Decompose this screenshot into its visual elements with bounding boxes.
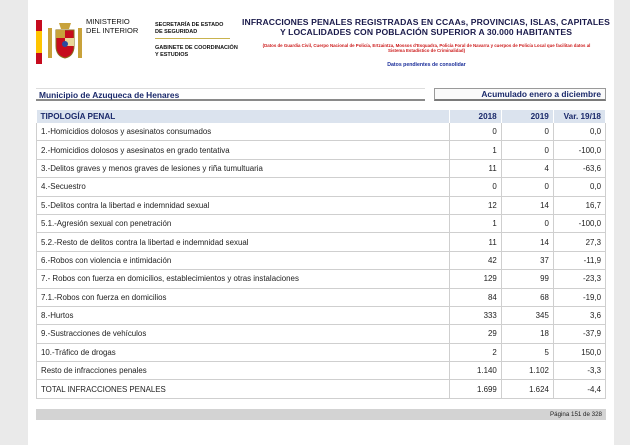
table-row: 3.-Delitos graves y menos graves de lesi… [36,159,607,179]
crime-type-cell: 4.-Secuestro [36,177,450,197]
value-2019-cell: 99 [501,269,554,289]
table-row: 9.-Sustracciones de vehículos 29 18 -37,9 [36,324,607,344]
crime-type-cell: 7.1.-Robos con fuerza en domicilios [36,288,450,307]
value-2019-cell: 18 [501,324,554,344]
value-2019-cell: 1.624 [501,379,554,399]
variation-cell: -37,9 [553,324,607,344]
gabinete-label: GABINETE DE COORDINACIÓN Y ESTUDIOS [155,45,238,58]
value-2019-cell: 5 [501,343,554,363]
value-2018-cell: 333 [449,306,502,326]
column-header: 2018 [449,110,502,123]
value-2018-cell: 1 [449,140,502,160]
table-row: 7.1.-Robos con fuerza en domicilios 84 68-… [36,288,607,307]
value-2018-cell: 42 [449,251,502,271]
ministry-name: MINISTERIO DEL INTERIOR [86,17,139,35]
value-2019-cell: 14 [501,232,554,252]
value-2019-cell: 0 [501,214,554,234]
crime-table: TIPOLOGÍA PENAL 2018 2019 Var. 19/18 1.-… [36,110,607,399]
page-footer: Página 151 de 328 [36,409,606,420]
value-2019-cell: 0 [501,123,554,142]
value-2019-cell: 1.102 [501,361,554,381]
table-row: 2.-Homicidios dolosos y asesinatos en gr… [36,140,607,160]
value-2018-cell: 2 [449,343,502,363]
table-row: 5.-Delitos contra la libertad e indemnid… [36,196,607,215]
table-row: 7.- Robos con fuerza en domicilios, esta… [36,269,607,289]
crime-type-cell: 3.-Delitos graves y menos graves de lesi… [36,159,450,179]
coat-of-arms-icon [48,23,82,59]
variation-cell: -23,3 [553,269,607,289]
crime-type-cell: 8.-Hurtos [36,306,450,326]
value-2018-cell: 1 [449,214,502,234]
crime-type-cell: 9.-Sustracciones de vehículos [36,324,450,344]
report-title: INFRACCIONES PENALES REGISTRADAS EN CCAA… [242,17,610,37]
value-2019-cell: 345 [501,306,554,326]
value-2019-cell: 0 [501,177,554,197]
variation-cell: -100,0 [553,140,607,160]
secretaria-label: SECRETARÍA DE ESTADO DE SEGURIDAD [155,22,224,35]
crime-type-cell: 10.-Tráfico de drogas [36,343,450,363]
value-2018-cell: 11 [449,159,502,179]
variation-cell: -11,9 [553,251,607,271]
page-number: Página 151 de 328 [550,411,602,418]
report-subtitle: (Datos de Guardia Civil, Cuerpo Nacional… [262,43,591,54]
crime-type-cell: 5.1.-Agresión sexual con penetración [36,214,450,234]
variation-cell: 27,3 [553,232,607,252]
variation-cell: 0,0 [553,177,607,197]
crime-type-cell: 5.-Delitos contra la libertad e indemnid… [36,196,450,215]
table-row: 5.2.-Resto de delitos contra la libertad… [36,232,607,252]
divider [155,38,230,39]
period-label: Acumulado enero a diciembre [434,88,606,101]
variation-cell: -63,6 [553,159,607,179]
variation-cell: 3,6 [553,306,607,326]
table-row: 10.-Tráfico de drogas 2 5 150,0 [36,343,607,363]
value-2019-cell: 14 [501,196,554,215]
table-row: 1.-Homicidios dolosos y asesinatos consu… [36,123,607,142]
value-2018-cell: 1.699 [449,379,502,399]
value-2018-cell: 11 [449,232,502,252]
variation-cell: 0,0 [553,123,607,142]
value-2018-cell: 129 [449,269,502,289]
table-row: 6.-Robos con violencia e intimidación 42 3… [36,251,607,271]
report-page: MINISTERIO DEL INTERIOR SECRETARÍA DE ES… [28,0,614,445]
crime-type-cell: 6.-Robos con violencia e intimidación [36,251,450,271]
value-2018-cell: 84 [449,288,502,307]
value-2019-cell: 68 [501,288,554,307]
crime-type-cell: 5.2.-Resto de delitos contra la libertad… [36,232,450,252]
variation-cell: -100,0 [553,214,607,234]
table-total-row: TOTAL INFRACCIONES PENALES 1.699 1.624 -4,4 [36,379,607,399]
variation-cell: -19,0 [553,288,607,307]
report-note: Datos pendientes de consolidar [387,62,466,68]
column-header: TIPOLOGÍA PENAL [36,110,450,123]
crime-type-cell: TOTAL INFRACCIONES PENALES [36,379,450,399]
municipality-label: Municipio de Azuqueca de Henares [36,88,425,101]
column-header: 2019 [501,110,554,123]
table-row: 5.1.-Agresión sexual con penetración 1 0 -1… [36,214,607,234]
value-2018-cell: 12 [449,196,502,215]
variation-cell: 150,0 [553,343,607,363]
value-2019-cell: 37 [501,251,554,271]
value-2018-cell: 0 [449,177,502,197]
spain-flag-band [36,20,42,64]
value-2018-cell: 0 [449,123,502,142]
column-header: Var. 19/18 [553,110,607,123]
table-row: 8.-Hurtos 333 345 3,6 [36,306,607,326]
value-2018-cell: 1.140 [449,361,502,381]
table-row: 4.-Secuestro 0 0 0,0 [36,177,607,197]
crime-type-cell: 1.-Homicidios dolosos y asesinatos consu… [36,123,450,142]
table-header-row: TIPOLOGÍA PENAL 2018 2019 Var. 19/18 [36,110,607,123]
value-2018-cell: 29 [449,324,502,344]
crime-type-cell: 7.- Robos con fuerza en domicilios, esta… [36,269,450,289]
crime-type-cell: Resto de infracciones penales [36,361,450,381]
variation-cell: -3,3 [553,361,607,381]
variation-cell: 16,7 [553,196,607,215]
table-row: Resto de infracciones penales 1.140 1.102-… [36,361,607,381]
value-2019-cell: 0 [501,140,554,160]
value-2019-cell: 4 [501,159,554,179]
crime-type-cell: 2.-Homicidios dolosos y asesinatos en gr… [36,140,450,160]
variation-cell: -4,4 [553,379,607,399]
